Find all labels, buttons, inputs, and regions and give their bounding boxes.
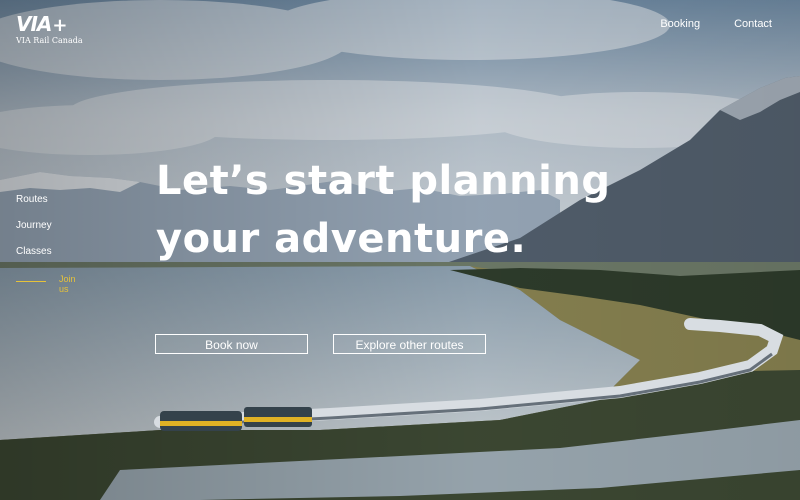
sidebar-item-routes[interactable]: Routes bbox=[16, 194, 52, 220]
nav-contact-link[interactable]: Contact bbox=[734, 18, 772, 30]
side-navigation: Routes Journey Classes Join us bbox=[16, 194, 76, 294]
top-navigation: Booking Contact bbox=[660, 18, 772, 30]
join-us-link[interactable]: Join us bbox=[16, 274, 76, 294]
nav-booking-link[interactable]: Booking bbox=[660, 18, 700, 30]
sidebar-item-journey[interactable]: Journey bbox=[16, 220, 52, 246]
hero-line-1: Let’s start planning bbox=[156, 158, 611, 204]
book-now-button[interactable]: Book now bbox=[155, 334, 308, 354]
via-rail-logo[interactable]: VIA+ VIA Rail Canada bbox=[16, 12, 83, 48]
join-us-label: Join us bbox=[59, 274, 76, 294]
landing-page: VIA+ VIA Rail Canada Booking Contact Rou… bbox=[0, 0, 800, 500]
explore-routes-button[interactable]: Explore other routes bbox=[333, 334, 486, 354]
sidebar-item-classes[interactable]: Classes bbox=[16, 246, 52, 272]
logo-subtitle: VIA Rail Canada bbox=[16, 36, 83, 45]
hero-line-2: your adventure. bbox=[156, 216, 527, 262]
join-us-underline bbox=[16, 281, 46, 282]
hero-heading: Let’s start planning your adventure. bbox=[156, 152, 610, 268]
logo-mark: VIA+ bbox=[16, 12, 68, 36]
plus-icon: + bbox=[52, 15, 67, 36]
